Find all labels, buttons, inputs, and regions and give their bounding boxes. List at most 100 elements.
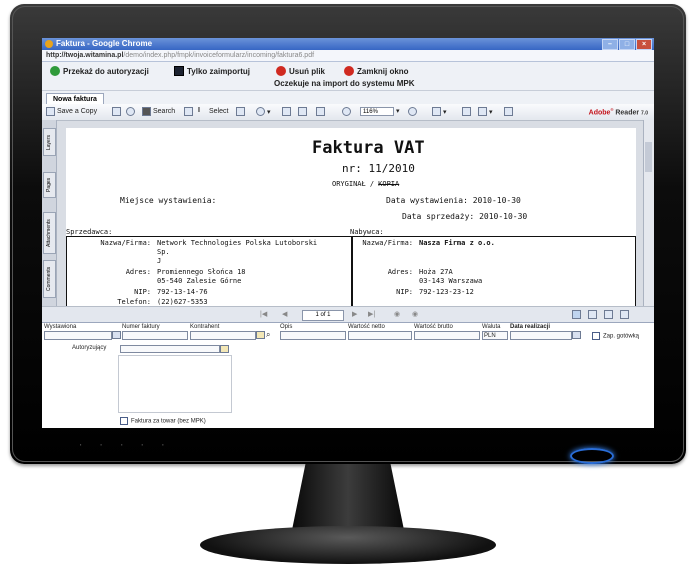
reader-vertical-scrollbar[interactable]: [643, 120, 654, 306]
seller-name-line1: Network Technologies Polska Lutoborski: [157, 239, 318, 247]
no-entry-icon: [276, 66, 286, 76]
seller-name-line3: J: [157, 257, 162, 265]
description-header: Opis: [280, 324, 293, 330]
seller-nip-label: NIP:: [134, 288, 151, 296]
import-only-button[interactable]: Tylko zaimportuj: [174, 66, 250, 76]
realization-date-input[interactable]: [510, 331, 572, 340]
last-page-icon[interactable]: ▶|: [368, 310, 375, 318]
hand-tool-button[interactable]: [184, 107, 193, 116]
import-status: Oczekuje na import do systemu MPK: [274, 79, 415, 88]
continuous-icon[interactable]: [588, 310, 597, 319]
print-button[interactable]: [112, 107, 121, 116]
invoice-number-input[interactable]: [122, 331, 188, 340]
scrollbar-thumb[interactable]: [645, 142, 652, 172]
calendar-icon[interactable]: [112, 331, 121, 339]
close-icon[interactable]: ×: [636, 39, 652, 50]
buyer-address-label: Adres:: [387, 268, 413, 276]
page-number-field[interactable]: 1 of 1: [302, 310, 344, 321]
actual-size-button[interactable]: [282, 107, 291, 116]
facing-icon[interactable]: [604, 310, 613, 319]
buyer-address-line2: 03-143 Warszawa: [419, 277, 483, 285]
continuous-facing-icon[interactable]: [620, 310, 629, 319]
chevron-down-icon: ▾: [489, 108, 493, 116]
previous-view-icon[interactable]: ◉: [394, 310, 400, 318]
zoom-tool-button[interactable]: ▾: [256, 107, 271, 116]
calendar-icon[interactable]: [572, 331, 581, 339]
single-page-icon[interactable]: [572, 310, 581, 319]
sign-button[interactable]: ▾: [478, 107, 493, 116]
select-label: Select: [209, 108, 229, 115]
email-icon: [126, 107, 135, 116]
pdf-page: Faktura VAT nr: 11/2010 ORYGINAŁ / KOPIA …: [66, 128, 636, 306]
up-button-icon[interactable]: ▪: [121, 442, 126, 447]
currency-select[interactable]: PLN: [482, 331, 508, 340]
close-window-button[interactable]: Zamknij okno: [344, 66, 409, 76]
next-view-icon[interactable]: ◉: [412, 310, 418, 318]
dropdown-icon[interactable]: [256, 331, 265, 339]
authorizing-input[interactable]: [120, 345, 220, 353]
adobe-brand: Adobe: [588, 109, 611, 117]
save-copy-button[interactable]: Save a Copy: [46, 107, 97, 116]
currency-header: Waluta: [482, 324, 501, 330]
down-button-icon[interactable]: ▪: [142, 442, 147, 447]
authorize-button[interactable]: Przekaż do autoryzacji: [50, 66, 149, 76]
fit-width-button[interactable]: [316, 107, 325, 116]
gross-value-input[interactable]: [414, 331, 480, 340]
zoom-dropdown-button[interactable]: ▾: [396, 107, 400, 115]
delete-file-button[interactable]: Usuń plik: [276, 66, 325, 76]
next-page-icon[interactable]: ▶: [352, 310, 357, 318]
zoom-out-icon: [342, 107, 351, 116]
search-button[interactable]: Search: [142, 107, 175, 116]
address-bar[interactable]: http://twoja.witamina.pl/demo/index.php/…: [42, 50, 654, 62]
adobe-product: Reader: [615, 109, 640, 117]
email-button[interactable]: [126, 107, 135, 116]
goods-invoice-checkbox[interactable]: Faktura za towar (bez MPK): [120, 417, 206, 425]
issued-date-input[interactable]: [44, 331, 112, 340]
maximize-icon[interactable]: □: [619, 39, 635, 50]
gross-value-header: Wartość brutto: [414, 324, 453, 330]
seller-address-label: Adres:: [125, 268, 151, 276]
select-tool-button[interactable]: I Select: [198, 107, 228, 116]
side-tab-layers[interactable]: Layers: [43, 128, 56, 156]
minimize-icon[interactable]: –: [602, 39, 618, 50]
close-circle-icon: [344, 66, 354, 76]
page-layout-button[interactable]: ▾: [432, 107, 447, 116]
description-input[interactable]: [280, 331, 346, 340]
delete-file-label: Usuń plik: [289, 66, 326, 76]
dropdown-icon[interactable]: [220, 345, 229, 353]
invoice-title: Faktura VAT: [312, 138, 425, 158]
authorizers-list[interactable]: [118, 355, 232, 413]
adobe-version: 7.0: [641, 110, 648, 117]
snapshot-button[interactable]: [236, 107, 245, 116]
search-icon[interactable]: ⌕: [266, 330, 270, 340]
menu-button-icon[interactable]: ▪: [101, 442, 106, 447]
checkbox-icon: [592, 332, 600, 340]
window-controls: – □ ×: [602, 39, 652, 50]
side-tab-attachments[interactable]: Attachments: [43, 212, 56, 254]
seller-header: Sprzedawca:: [66, 228, 113, 236]
zoom-out-button[interactable]: [342, 107, 351, 116]
previous-page-icon[interactable]: ◀: [282, 310, 287, 318]
chevron-down-icon: ▾: [396, 108, 400, 115]
realization-date-header: Data realizacji: [510, 324, 551, 330]
power-button-icon[interactable]: ▪: [80, 442, 85, 447]
fit-page-button[interactable]: [298, 107, 307, 116]
side-tab-pages[interactable]: Pages: [43, 172, 56, 198]
actual-size-icon: [282, 107, 291, 116]
hand-icon: [184, 107, 193, 116]
power-led-icon: [570, 448, 614, 464]
net-value-input[interactable]: [348, 331, 412, 340]
source-button-icon[interactable]: ▪: [162, 442, 167, 447]
attach-button[interactable]: [504, 107, 513, 116]
side-tab-comments[interactable]: Comments: [43, 260, 56, 298]
seller-phone-label: Telefon:: [117, 298, 151, 306]
cash-payment-checkbox[interactable]: Zap. gotówką: [592, 332, 639, 340]
zoom-in-icon: [408, 107, 417, 116]
zoom-in-button[interactable]: [408, 107, 417, 116]
first-page-icon[interactable]: |◀: [260, 310, 267, 318]
invoice-original-marker: ORYGINAŁ / KOPIA: [332, 180, 399, 188]
zoom-level-select[interactable]: 116%: [360, 107, 394, 116]
contractor-input[interactable]: [190, 331, 256, 340]
comment-button[interactable]: [462, 107, 471, 116]
monitor-front-buttons: ▪ ▪ ▪ ▪ ▪: [80, 442, 178, 447]
